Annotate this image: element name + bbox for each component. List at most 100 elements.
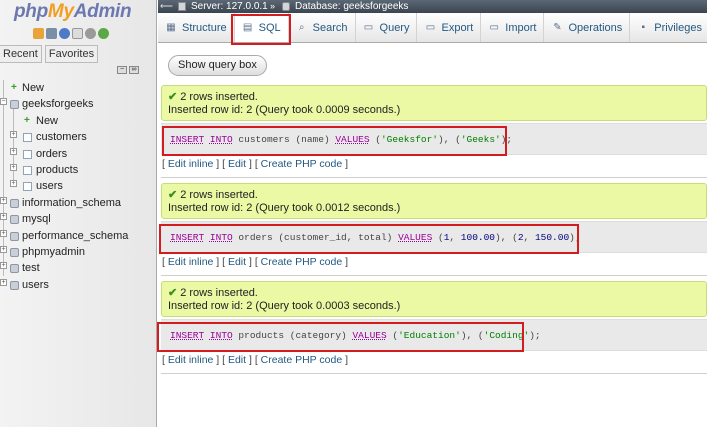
edit-link[interactable]: Edit [228, 256, 246, 268]
expand-icon[interactable]: + [0, 262, 7, 270]
sql-token: ), ( [438, 134, 461, 145]
phpmyadmin-logo[interactable]: phpMyAdmin [14, 1, 132, 23]
recent-tab[interactable]: Recent [0, 45, 42, 63]
phpmyadmin-window: phpMyAdmin Recent Favorites − ∞ + New − … [0, 0, 707, 427]
logout-icon[interactable] [46, 28, 57, 39]
breadcrumb-server[interactable]: Server: 127.0.0.1 [191, 0, 268, 13]
table-icon [23, 165, 32, 175]
divider [161, 275, 707, 276]
tab-import[interactable]: ▭ Import [481, 13, 545, 42]
breadcrumb-database[interactable]: Database: geeksforgeeks [295, 0, 408, 13]
sql-token: 'Coding' [483, 330, 530, 341]
expand-icon[interactable]: + [0, 229, 7, 237]
tree-item-mysql[interactable]: + mysql [0, 211, 156, 227]
tab-sql[interactable]: ▤ SQL [234, 13, 289, 42]
sql-token: INSERT [170, 232, 205, 243]
settings-icon[interactable] [85, 28, 96, 39]
expand-icon[interactable]: + [0, 213, 7, 221]
expand-icon[interactable]: + [10, 131, 17, 139]
sql-query-display[interactable]: INSERT INTO products (category) VALUES (… [161, 319, 707, 351]
edit-link[interactable]: Edit [228, 158, 246, 170]
tree-item-performance-schema[interactable]: + performance_schema [0, 228, 156, 244]
sql-token: VALUES [398, 232, 433, 243]
collapse-all-icon[interactable]: − [117, 66, 127, 74]
main-panel: ⟵ Server: 127.0.0.1 » Database: geeksfor… [157, 0, 707, 427]
sql-token: 150.00 [534, 232, 570, 243]
tab-search[interactable]: ⌕ Search [289, 13, 356, 42]
sql-token: ), ( [495, 232, 518, 243]
back-arrow-icon[interactable]: ⟵ [160, 0, 173, 13]
collapse-icon[interactable]: − [0, 98, 7, 106]
tree-item-information-schema[interactable]: + information_schema [0, 195, 156, 211]
sql-token: orders (customer_id, total) [232, 232, 399, 243]
database-icon [10, 247, 19, 257]
structure-icon: ▦ [166, 21, 176, 33]
edit-inline-link[interactable]: Edit inline [168, 354, 214, 366]
sql-token: 'Geeks' [460, 134, 501, 145]
edit-inline-link[interactable]: Edit inline [168, 256, 214, 268]
nav-quick-icons [33, 28, 109, 39]
show-query-box-button[interactable]: Show query box [168, 55, 267, 76]
sql-icon: ▤ [242, 21, 253, 33]
success-message: ✔ 2 rows inserted. Inserted row id: 2 (Qu… [161, 183, 707, 219]
sql-token: INSERT [170, 134, 205, 145]
create-php-code-link[interactable]: Create PHP code [261, 354, 343, 366]
edit-link[interactable]: Edit [228, 354, 246, 366]
query-action-links: [ Edit inline ] [ Edit ] [ Create PHP co… [162, 158, 349, 170]
success-message: ✔ 2 rows inserted. Inserted row id: 2 (Qu… [161, 85, 707, 121]
tree-item-orders[interactable]: + orders [0, 146, 156, 162]
expand-icon[interactable]: + [0, 278, 7, 286]
breadcrumb: ⟵ Server: 127.0.0.1 » Database: geeksfor… [158, 0, 707, 13]
create-php-code-link[interactable]: Create PHP code [261, 158, 343, 170]
tree-item-new-table[interactable]: + New [0, 113, 156, 129]
tree-item-new[interactable]: + New [0, 80, 156, 96]
expand-icon[interactable]: + [10, 147, 17, 155]
reload-icon[interactable] [98, 28, 109, 39]
home-icon[interactable] [33, 28, 44, 39]
tab-privileges[interactable]: ▪ Privileges [630, 13, 707, 42]
tab-query[interactable]: ▭ Query [356, 13, 418, 42]
privileges-icon: ▪ [641, 21, 646, 33]
sql-token: ( [386, 330, 399, 341]
divider [161, 177, 707, 178]
tab-operations[interactable]: ✎ Operations [544, 13, 631, 42]
tree-item-users-table[interactable]: + users [0, 178, 156, 194]
sql-query-display[interactable]: INSERT INTO orders (customer_id, total) … [161, 221, 707, 253]
sql-token: , [523, 232, 535, 243]
sql-token: INTO [209, 134, 233, 145]
tree-item-test[interactable]: + test [0, 260, 156, 276]
sql-code: INSERT INTO customers (name) VALUES ('Ge… [170, 134, 512, 145]
tree-item-geeksforgeeks[interactable]: − geeksforgeeks [0, 96, 156, 112]
expand-icon[interactable]: + [10, 163, 17, 171]
sql-token: , [449, 232, 461, 243]
database-icon [10, 100, 19, 110]
database-icon [10, 231, 19, 241]
database-icon [282, 2, 290, 11]
check-icon: ✔ [168, 91, 178, 103]
tab-structure[interactable]: ▦ Structure [158, 13, 235, 42]
nav-tabs: Recent Favorites [0, 45, 99, 63]
tree-item-users-db[interactable]: + users [0, 277, 156, 293]
tree-item-products[interactable]: + products [0, 162, 156, 178]
navigation-panel: phpMyAdmin Recent Favorites − ∞ + New − … [0, 0, 157, 427]
sql-query-display[interactable]: INSERT INTO customers (name) VALUES ('Ge… [161, 123, 707, 155]
sql-token: customers (name) [232, 134, 336, 145]
expand-icon[interactable]: + [0, 245, 7, 253]
expand-icon[interactable]: + [0, 196, 7, 204]
search-icon: ⌕ [298, 21, 305, 33]
help-icon[interactable] [59, 28, 70, 39]
query-icon: ▭ [363, 21, 374, 33]
favorites-tab[interactable]: Favorites [44, 45, 99, 63]
create-php-code-link[interactable]: Create PHP code [261, 256, 343, 268]
tree-item-phpmyadmin[interactable]: + phpmyadmin [0, 244, 156, 260]
check-icon: ✔ [168, 189, 178, 201]
sql-token: 100.00 [460, 232, 496, 243]
expand-icon[interactable]: + [10, 180, 17, 188]
tree-item-customers[interactable]: + customers [0, 129, 156, 145]
edit-inline-link[interactable]: Edit inline [168, 158, 214, 170]
docs-icon[interactable] [72, 28, 83, 39]
sql-code: INSERT INTO orders (customer_id, total) … [170, 232, 581, 243]
sql-token: INSERT [170, 330, 205, 341]
link-icon[interactable]: ∞ [129, 66, 139, 74]
tab-export[interactable]: ▭ Export [417, 13, 482, 42]
